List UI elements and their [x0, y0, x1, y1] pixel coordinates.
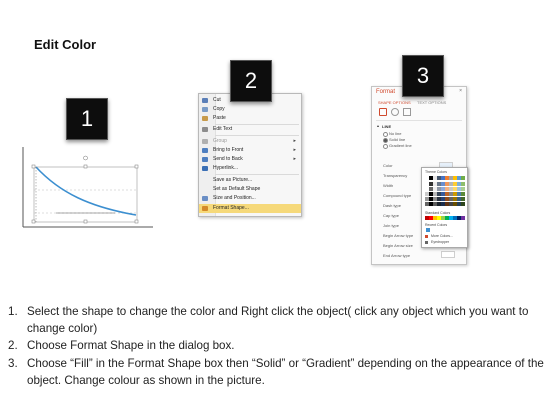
page-title: Edit Color	[34, 37, 97, 52]
more-colors-button[interactable]: More Colors...	[431, 234, 453, 238]
line-section-toggle-icon[interactable]: ▴	[377, 123, 379, 128]
theme-color-swatch[interactable]	[461, 197, 465, 201]
paste-icon	[202, 116, 208, 121]
menu-item-label: Size and Position...	[213, 195, 256, 201]
field-label: Transparency	[383, 173, 408, 178]
menu-item-save-as-picture[interactable]: Save as Picture...	[199, 176, 301, 185]
submenu-arrow-icon: ▸	[293, 147, 296, 153]
field-label-color: Color	[383, 163, 393, 168]
send-to-back-icon	[202, 157, 208, 162]
menu-item-format-shape[interactable]: Format Shape...	[199, 204, 301, 213]
menu-item-bring-to-front[interactable]: Bring to Front ▸	[199, 146, 301, 155]
menu-item-label: Save as Picture...	[213, 177, 253, 183]
recent-color-swatch[interactable]	[426, 228, 430, 232]
eyedropper-button[interactable]: Eyedropper	[431, 240, 449, 244]
theme-color-swatch[interactable]	[461, 202, 465, 206]
menu-item-set-default-shape[interactable]: Set as Default Shape	[199, 185, 301, 194]
submenu-arrow-icon: ▸	[293, 156, 296, 162]
section-line-heading: LINE	[382, 124, 392, 129]
instruction-step: 2. Choose Format Shape in the dialog box…	[8, 337, 556, 354]
menu-item-hyperlink[interactable]: Hyperlink...	[199, 164, 301, 173]
color-palette-popup: Theme Colors Standard Colors Recent Colo…	[421, 167, 468, 248]
menu-item-label: Hyperlink...	[213, 165, 239, 171]
step-text: Choose “Fill” in the Format Shape box th…	[27, 356, 544, 387]
fill-line-icon[interactable]	[379, 108, 387, 116]
standard-colors-label: Standard Colors	[425, 211, 451, 215]
menu-item-copy[interactable]: Copy	[199, 105, 301, 114]
menu-item-label: Bring to Front	[213, 147, 244, 153]
option-label: No line	[389, 131, 402, 136]
theme-color-swatch[interactable]	[461, 182, 465, 186]
menu-separator	[215, 135, 299, 136]
group-icon	[202, 139, 208, 144]
step-text: Choose Format Shape in the dialog box.	[27, 339, 235, 353]
step-number: 3.	[8, 356, 18, 370]
gradient-line-radio[interactable]	[383, 144, 388, 149]
format-shape-icon	[202, 206, 208, 211]
step-text: Select the shape to change the color and…	[27, 305, 529, 336]
tab-shape-options[interactable]: SHAPE OPTIONS	[378, 100, 411, 105]
theme-color-swatch[interactable]	[461, 176, 465, 180]
context-menu: Cut Copy Paste Edit Text Group ▸ Bring t…	[198, 93, 302, 217]
tab-text-options[interactable]: TEXT OPTIONS	[417, 100, 446, 105]
menu-separator	[215, 174, 299, 175]
recent-colors-label: Recent Colors	[425, 223, 448, 227]
field-label: End Arrow type	[383, 253, 411, 258]
field-label: Compound type	[383, 193, 412, 198]
eyedropper-icon	[425, 241, 428, 244]
field-label: Begin Arrow size	[383, 243, 413, 248]
field-label: Cap type	[383, 213, 400, 218]
theme-colors-label: Theme Colors	[425, 170, 447, 174]
selected-shape-screenshot	[20, 145, 155, 230]
menu-item-edit-text[interactable]: Edit Text	[199, 125, 301, 134]
menu-item-label: Paste	[213, 115, 226, 121]
submenu-arrow-icon: ▸	[293, 138, 296, 144]
copy-icon	[202, 107, 208, 112]
effects-icon[interactable]	[391, 108, 399, 116]
option-label: Solid line	[389, 137, 406, 142]
menu-item-send-to-back[interactable]: Send to Back ▸	[199, 155, 301, 164]
menu-item-size-and-position[interactable]: Size and Position...	[199, 194, 301, 203]
field-label: Begin Arrow type	[383, 233, 414, 238]
menu-item-label: Copy	[213, 106, 225, 112]
step-badge-1: 1	[66, 98, 108, 140]
size-properties-icon[interactable]	[403, 108, 411, 116]
hyperlink-icon	[202, 166, 208, 171]
no-line-radio[interactable]	[383, 132, 388, 137]
step-number: 1.	[8, 305, 18, 318]
instruction-step: 1. Select the shape to change the color …	[8, 303, 556, 337]
step-number: 2.	[8, 339, 18, 353]
theme-color-swatch[interactable]	[461, 192, 465, 196]
field-label: Dash type	[383, 203, 402, 208]
scissors-icon	[202, 98, 208, 103]
option-label: Gradient line	[389, 143, 412, 148]
menu-item-group[interactable]: Group ▸	[199, 137, 301, 146]
menu-item-label: Send to Back	[213, 156, 243, 162]
standard-color-swatch[interactable]	[461, 216, 465, 220]
menu-item-label: Set as Default Shape	[213, 186, 261, 192]
menu-item-label: Cut	[213, 97, 221, 103]
size-position-icon	[202, 196, 208, 201]
field-label: Join type	[383, 223, 400, 228]
menu-item-label: Group	[213, 138, 227, 144]
end-arrow-type-dropdown[interactable]	[441, 251, 455, 258]
more-colors-icon	[425, 235, 428, 238]
step-badge-3: 3	[402, 55, 444, 97]
menu-item-label: Edit Text	[213, 126, 233, 132]
theme-color-swatch[interactable]	[461, 187, 465, 191]
curve-shape-graphic[interactable]	[20, 145, 155, 230]
bring-to-front-icon	[202, 148, 208, 153]
pane-divider	[376, 120, 462, 121]
edit-text-icon	[202, 127, 208, 132]
menu-item-label: Format Shape...	[213, 205, 249, 211]
instruction-step: 3. Choose “Fill” in the Format Shape box…	[8, 355, 556, 389]
pane-title: Format	[376, 89, 396, 95]
step-badge-2: 2	[230, 60, 272, 102]
solid-line-radio[interactable]	[383, 138, 388, 143]
close-icon[interactable]: ×	[459, 88, 462, 94]
instructions-list: 1. Select the shape to change the color …	[8, 303, 556, 389]
field-label: Width	[383, 183, 394, 188]
menu-item-paste[interactable]: Paste	[199, 114, 301, 123]
